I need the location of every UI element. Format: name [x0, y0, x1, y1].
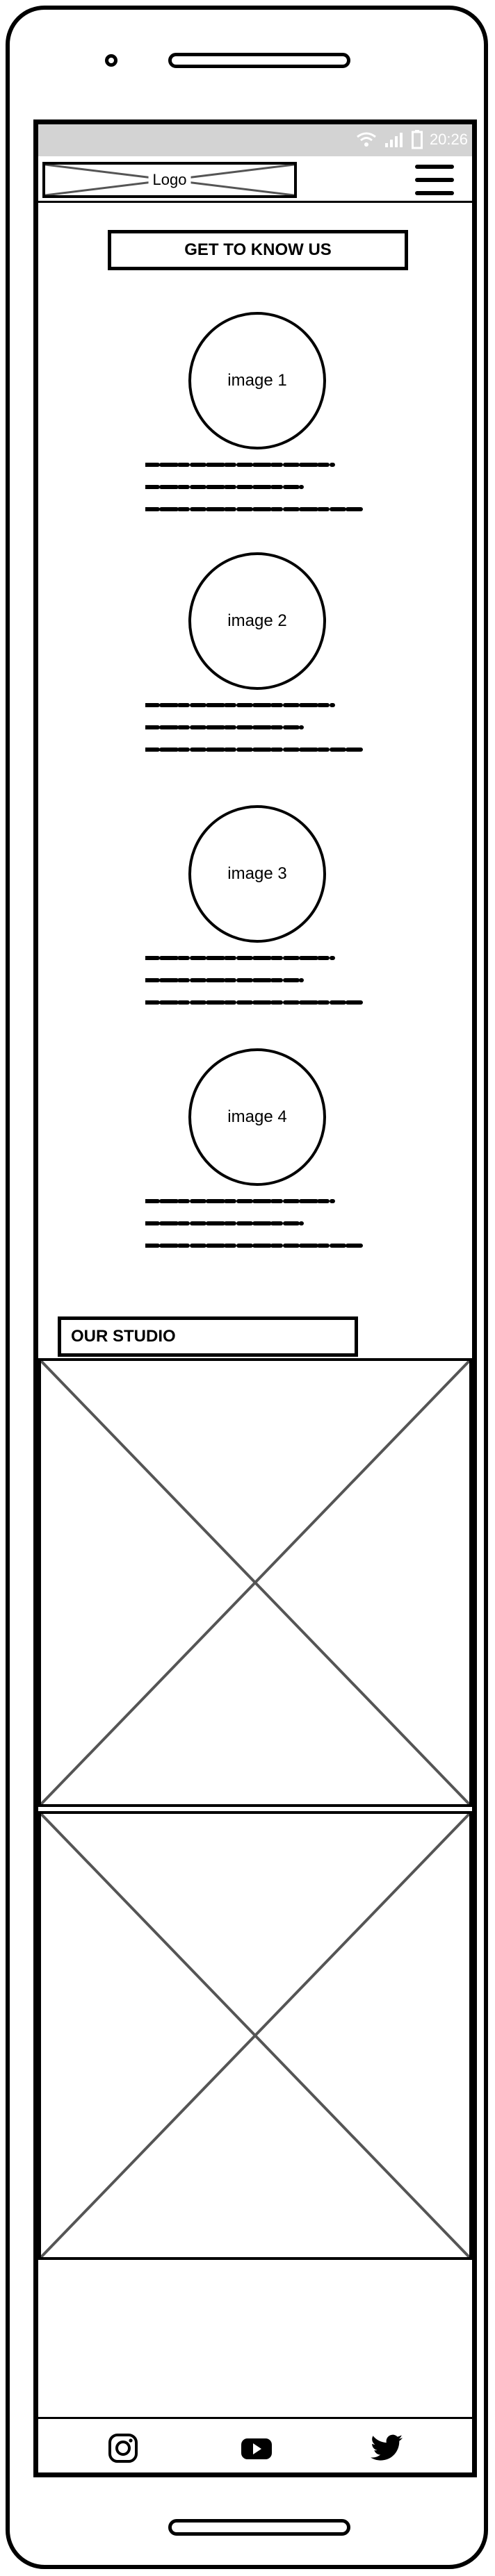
instagram-icon[interactable] — [108, 2433, 138, 2463]
home-button[interactable] — [168, 2519, 350, 2536]
twitter-icon[interactable] — [371, 2433, 403, 2463]
team-description-1 — [145, 458, 375, 516]
logo-label: Logo — [148, 171, 191, 189]
phone-frame: 20:26 Logo GET TO KNOW US image 1 image … — [6, 6, 488, 2569]
team-image-3: image 3 — [188, 805, 326, 943]
speaker-grille — [168, 53, 350, 68]
mobile-wireframe: 20:26 Logo GET TO KNOW US image 1 image … — [0, 0, 495, 2576]
app-header: Logo — [38, 156, 472, 203]
status-time: 20:26 — [429, 131, 468, 148]
hamburger-menu-icon[interactable] — [415, 163, 454, 197]
camera-icon — [105, 54, 117, 67]
team-description-4 — [145, 1194, 375, 1253]
team-description-3 — [145, 951, 375, 1009]
signal-icon — [384, 131, 405, 148]
phone-screen: 20:26 Logo GET TO KNOW US image 1 image … — [33, 119, 477, 2477]
studio-image-placeholder-1 — [38, 1358, 472, 1807]
get-to-know-us-heading: GET TO KNOW US — [108, 230, 408, 270]
our-studio-heading: OUR STUDIO — [58, 1316, 358, 1357]
team-description-2 — [145, 698, 375, 757]
team-image-1: image 1 — [188, 312, 326, 449]
team-image-2: image 2 — [188, 552, 326, 690]
logo[interactable]: Logo — [42, 162, 297, 198]
status-bar: 20:26 — [38, 124, 472, 156]
studio-image-placeholder-2 — [38, 1811, 472, 2260]
social-footer — [38, 2417, 472, 2472]
team-image-4: image 4 — [188, 1048, 326, 1186]
battery-icon — [411, 130, 423, 149]
wifi-icon — [356, 131, 377, 148]
youtube-icon[interactable] — [240, 2433, 272, 2463]
